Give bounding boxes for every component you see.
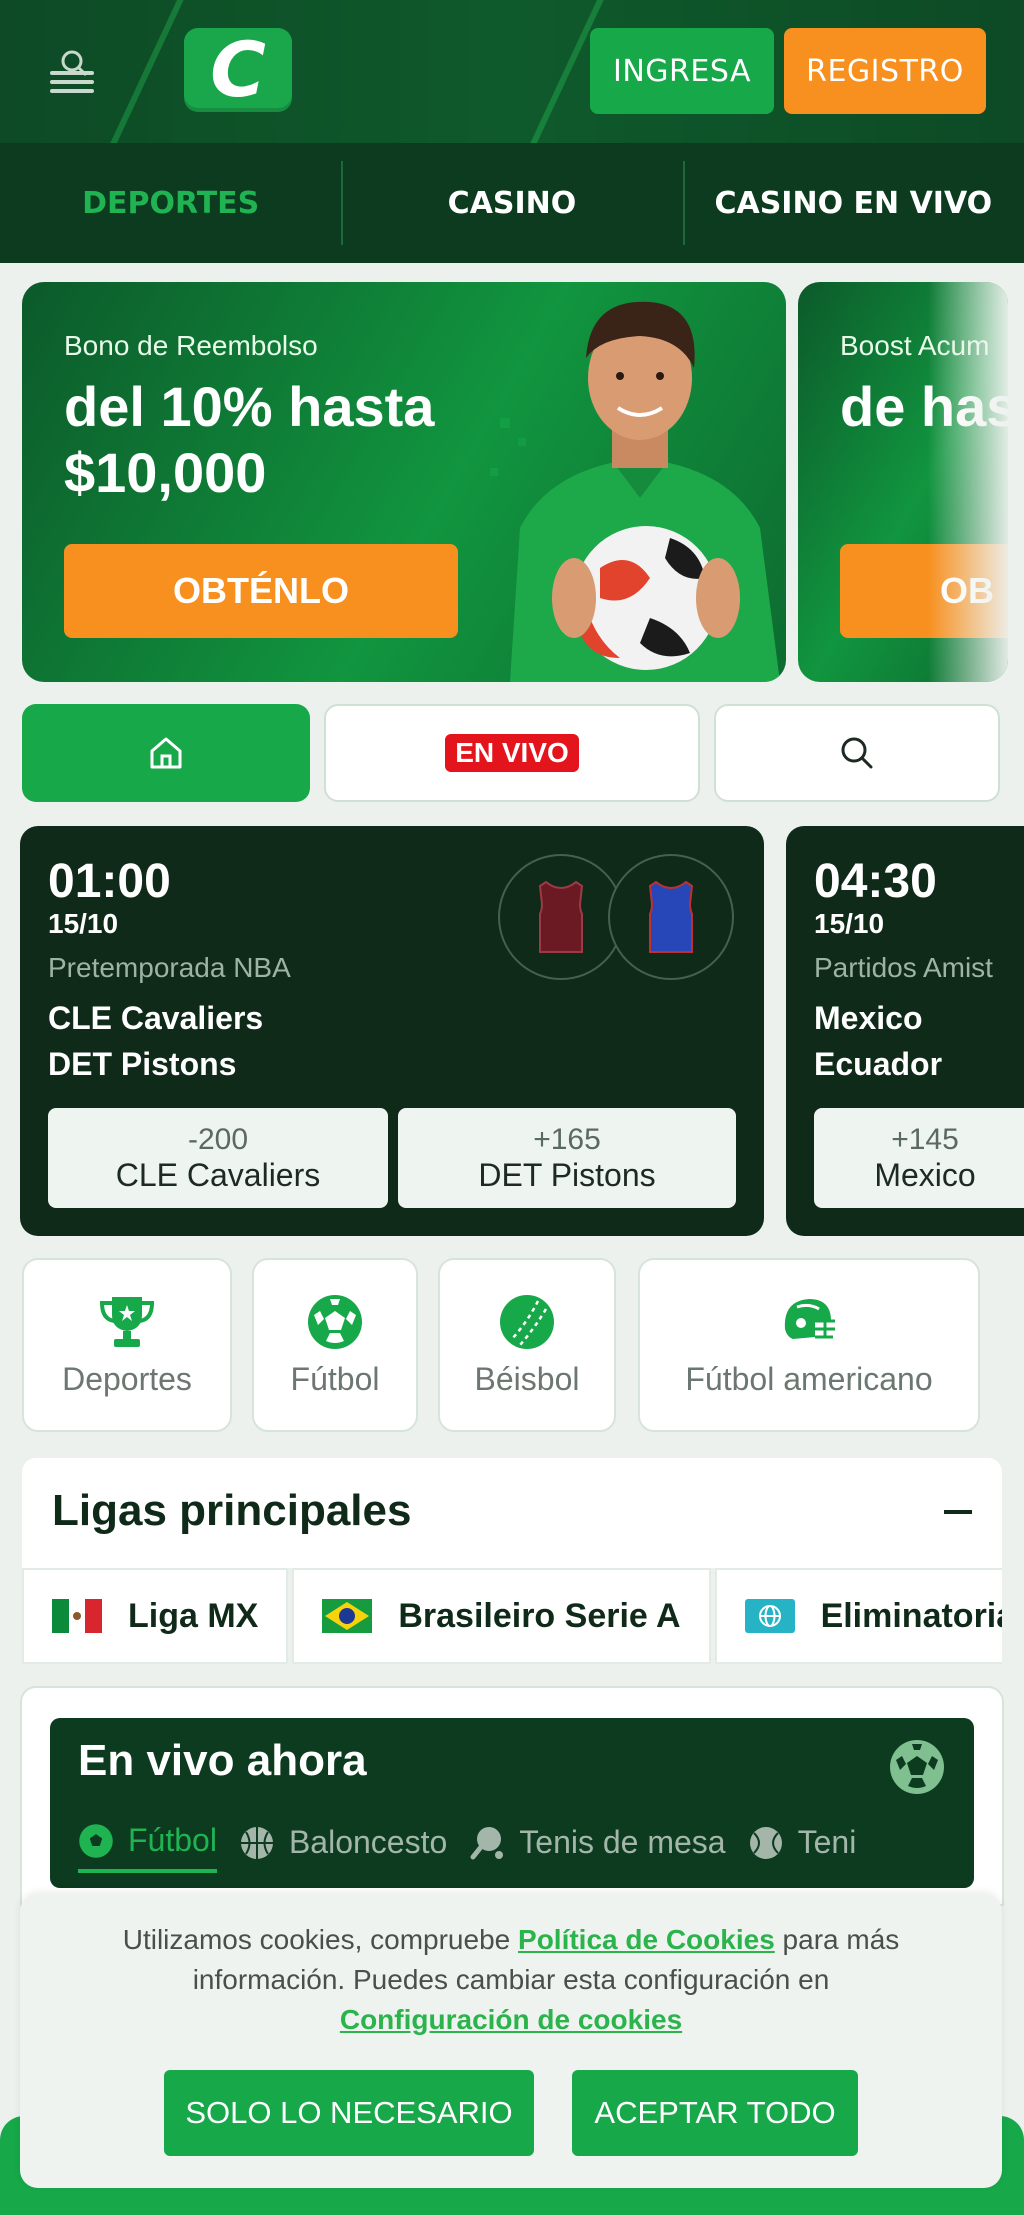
sport-chip-label: Fútbol bbox=[290, 1360, 380, 1397]
register-button[interactable]: REGISTRO bbox=[784, 28, 986, 114]
match-date: 15/10 bbox=[814, 908, 885, 939]
home-icon bbox=[150, 737, 182, 769]
top-leagues-section: Ligas principales Liga MX Brasileiro Ser… bbox=[22, 1458, 1002, 1664]
home-team: Mexico bbox=[814, 1000, 923, 1036]
home-jersey-icon bbox=[498, 854, 624, 980]
away-jersey-icon bbox=[608, 854, 734, 980]
live-sport-tabs: Fútbol Baloncesto Tenis de mesa Teni bbox=[78, 1822, 856, 1873]
live-filter-button[interactable]: EN VIVO bbox=[324, 704, 700, 802]
cookie-text-start: Utilizamos cookies, compruebe bbox=[122, 1924, 519, 1955]
cookie-settings-link[interactable]: Configuración de cookies bbox=[340, 2004, 682, 2035]
league-item-brasileiro-serie-a[interactable]: Brasileiro Serie A bbox=[292, 1568, 711, 1664]
brazil-flag-icon bbox=[322, 1599, 373, 1633]
live-now-section: En vivo ahora Fútbol Baloncesto Tenis de… bbox=[20, 1686, 1004, 1906]
live-tab-label: Baloncesto bbox=[288, 1824, 448, 1860]
section-title: Ligas principales bbox=[52, 1486, 412, 1535]
away-team: DET Pistons bbox=[48, 1046, 237, 1082]
sport-chip-futbol[interactable]: Fútbol bbox=[252, 1258, 418, 1432]
accept-all-cookies-button[interactable]: ACEPTAR TODO bbox=[572, 2070, 858, 2156]
match-league: Partidos Amist bbox=[814, 952, 993, 983]
tab-casino[interactable]: CASINO bbox=[341, 143, 682, 263]
promo-cta-button[interactable]: OB bbox=[840, 544, 1008, 638]
globe-icon bbox=[744, 1599, 795, 1633]
live-tab-futbol[interactable]: Fútbol bbox=[78, 1822, 217, 1873]
odds-button[interactable]: +145 Mexico bbox=[814, 1108, 1024, 1208]
player-illustration bbox=[490, 301, 780, 682]
odds-price: +165 bbox=[533, 1122, 601, 1156]
collapse-icon[interactable] bbox=[944, 1510, 972, 1514]
away-team: Ecuador bbox=[814, 1046, 943, 1082]
necessary-cookies-button[interactable]: SOLO LO NECESARIO bbox=[164, 2070, 534, 2156]
match-card[interactable]: 04:30 15/10 Partidos Amist Mexico Ecuado… bbox=[786, 826, 1024, 1236]
odds-selection: Mexico bbox=[874, 1156, 976, 1193]
mexico-flag-icon bbox=[52, 1599, 102, 1633]
tab-casino-en-vivo[interactable]: CASINO EN VIVO bbox=[682, 143, 1024, 263]
match-time: 04:30 bbox=[814, 855, 937, 908]
promo-subtitle: Boost Acum bbox=[840, 330, 990, 361]
home-filter-button[interactable] bbox=[22, 704, 310, 802]
match-league: Pretemporada NBA bbox=[48, 952, 291, 983]
cookie-text: Utilizamos cookies, compruebe Política d… bbox=[60, 1920, 962, 2040]
live-tab-baloncesto[interactable]: Baloncesto bbox=[239, 1822, 447, 1873]
odds-selection: DET Pistons bbox=[478, 1156, 656, 1193]
live-tab-label: Fútbol bbox=[128, 1822, 217, 1858]
sport-chip-label: Deportes bbox=[62, 1360, 192, 1397]
sport-chip-deportes[interactable]: Deportes bbox=[22, 1258, 232, 1432]
tennis-ball-icon bbox=[749, 1826, 782, 1859]
league-item-liga-mx[interactable]: Liga MX bbox=[22, 1568, 289, 1664]
league-name: Liga MX bbox=[128, 1596, 259, 1635]
promo-banner[interactable]: Boost Acum de has OB bbox=[798, 282, 1008, 682]
promo-cta-button[interactable]: OBTÉNLO bbox=[64, 544, 458, 638]
sport-chip-beisbol[interactable]: Béisbol bbox=[438, 1258, 616, 1432]
odds-price: -200 bbox=[187, 1122, 249, 1156]
league-item-eliminatorias[interactable]: Eliminatorias bbox=[714, 1568, 1002, 1664]
league-name: Eliminatorias bbox=[820, 1596, 1002, 1635]
live-tab-tenis[interactable]: Teni bbox=[748, 1822, 857, 1873]
odds-price: +145 bbox=[891, 1122, 959, 1156]
brand-logo[interactable]: C bbox=[184, 28, 292, 112]
live-tab-label: Teni bbox=[797, 1824, 857, 1860]
table-tennis-icon bbox=[470, 1826, 504, 1859]
match-date: 15/10 bbox=[48, 908, 119, 939]
login-button[interactable]: INGRESA bbox=[590, 28, 774, 114]
search-icon bbox=[841, 737, 873, 769]
sport-chip-label: Béisbol bbox=[474, 1360, 580, 1397]
live-now-panel: En vivo ahora Fútbol Baloncesto Tenis de… bbox=[50, 1718, 974, 1888]
tab-deportes[interactable]: DEPORTES bbox=[0, 143, 341, 263]
sport-chip-label: Fútbol americano bbox=[685, 1360, 933, 1397]
league-name: Brasileiro Serie A bbox=[398, 1596, 681, 1635]
home-team: CLE Cavaliers bbox=[48, 1000, 264, 1036]
match-time: 01:00 bbox=[48, 855, 171, 908]
logo-letter: C bbox=[210, 25, 266, 114]
menu-icon[interactable] bbox=[44, 44, 100, 100]
main-nav: DEPORTES CASINO CASINO EN VIVO bbox=[0, 143, 1024, 263]
sport-chip-futbol-americano[interactable]: Fútbol americano bbox=[638, 1258, 980, 1432]
search-button[interactable] bbox=[714, 704, 1000, 802]
football-helmet-icon bbox=[784, 1298, 835, 1339]
top-header: C INGRESA REGISTRO bbox=[0, 0, 1024, 143]
baseball-icon bbox=[500, 1294, 554, 1349]
promo-headline: del 10% hasta $10,000 bbox=[64, 375, 435, 504]
soccer-ball-icon bbox=[890, 1740, 944, 1794]
trophy-icon bbox=[99, 1296, 155, 1347]
cookie-banner: Utilizamos cookies, compruebe Política d… bbox=[20, 1894, 1002, 2188]
live-tab-tenis-de-mesa[interactable]: Tenis de mesa bbox=[469, 1822, 726, 1873]
league-list: Liga MX Brasileiro Serie A Eliminatorias bbox=[22, 1568, 1002, 1664]
live-badge: EN VIVO bbox=[445, 734, 579, 772]
live-tab-label: Tenis de mesa bbox=[519, 1824, 726, 1860]
odds-button[interactable]: -200 CLE Cavaliers bbox=[48, 1108, 388, 1208]
soccer-ball-icon bbox=[79, 1823, 113, 1858]
promo-headline: de has bbox=[840, 375, 1008, 438]
promo-banner[interactable]: Bono de Reembolso del 10% hasta $10,000 … bbox=[22, 282, 786, 682]
promo-subtitle: Bono de Reembolso bbox=[64, 330, 318, 361]
soccer-ball-icon bbox=[308, 1294, 362, 1349]
section-title: En vivo ahora bbox=[78, 1736, 367, 1785]
odds-button[interactable]: +165 DET Pistons bbox=[398, 1108, 736, 1208]
basketball-icon bbox=[240, 1826, 273, 1859]
cookie-policy-link[interactable]: Política de Cookies bbox=[518, 1924, 775, 1955]
match-card[interactable]: 01:00 15/10 Pretemporada NBA CLE Cavalie… bbox=[20, 826, 764, 1236]
odds-selection: CLE Cavaliers bbox=[115, 1156, 321, 1193]
